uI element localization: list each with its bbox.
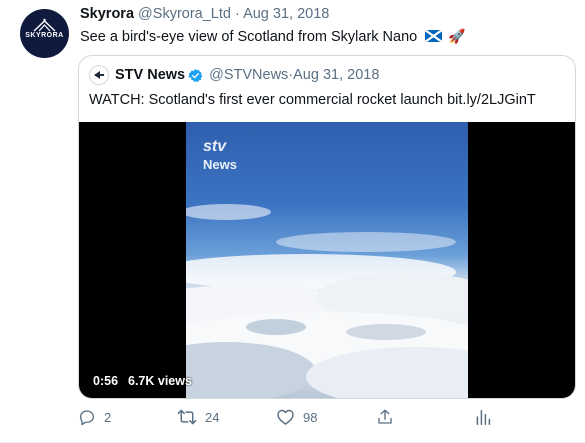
author-name[interactable]: Skyrora: [80, 6, 134, 22]
reply-icon: [79, 410, 95, 426]
retweet-button[interactable]: 24: [177, 408, 219, 426]
stv-watermark-line1: stv: [203, 138, 227, 155]
stv-watermark-line2: News: [203, 157, 237, 172]
tweet-header: Skyrora @Skyrora_Ltd · Aug 31, 2018: [80, 6, 329, 22]
heart-icon: [277, 409, 294, 425]
analytics-icon: [476, 409, 491, 425]
verified-badge-icon: [188, 68, 203, 82]
share-button[interactable]: [376, 408, 394, 426]
analytics-button[interactable]: [475, 408, 491, 426]
author-avatar[interactable]: SKYRORA: [20, 9, 69, 58]
like-count: 98: [303, 409, 318, 425]
tweet-actions: 2 24 98: [78, 408, 508, 432]
quoted-author-name[interactable]: STV News: [115, 67, 185, 83]
video-player[interactable]: stv News 0:56 6.7K views: [79, 122, 575, 398]
quoted-tweet-date[interactable]: Aug 31, 2018: [293, 67, 379, 83]
retweet-count: 24: [205, 409, 220, 425]
quoted-author-handle[interactable]: @STVNews: [209, 67, 288, 83]
quoted-author-avatar[interactable]: [89, 65, 109, 85]
share-icon: [378, 409, 392, 424]
header-separator: ·: [234, 6, 240, 22]
reply-button[interactable]: 2: [78, 408, 111, 426]
avatar-logo-text: SKYRORA: [25, 32, 64, 39]
author-handle[interactable]: @Skyrora_Ltd: [138, 6, 231, 22]
tweet-date[interactable]: Aug 31, 2018: [243, 6, 329, 22]
retweet-icon: [177, 409, 197, 425]
rocket-emoji-icon: 🚀: [448, 28, 466, 44]
quoted-tweet-header: STV News @STVNews · Aug 31, 2018: [89, 65, 379, 85]
stv-logo-icon: [94, 71, 104, 79]
video-duration: 0:56: [93, 374, 119, 388]
tweet-text: See a bird's-eye view of Scotland from S…: [80, 28, 466, 45]
stv-watermark: stv News: [203, 138, 237, 172]
tweet-text-body: See a bird's-eye view of Scotland from S…: [80, 29, 418, 45]
reply-count: 2: [104, 409, 112, 425]
quoted-tweet-text: WATCH: Scotland's first ever commercial …: [89, 92, 536, 108]
skyrora-logo-icon: [33, 18, 56, 32]
scotland-flag-icon: [425, 30, 443, 42]
tweet[interactable]: SKYRORA Skyrora @Skyrora_Ltd · Aug 31, 2…: [0, 0, 585, 443]
like-button[interactable]: 98: [276, 408, 317, 426]
video-view-count: 6.7K views: [128, 374, 192, 388]
quoted-tweet[interactable]: STV News @STVNews · Aug 31, 2018 WATCH: …: [78, 55, 576, 399]
video-frame[interactable]: stv News: [186, 122, 468, 398]
